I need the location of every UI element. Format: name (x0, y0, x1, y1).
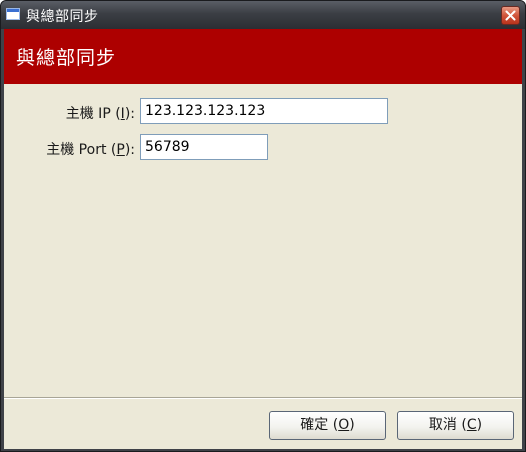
ok-button[interactable]: 確定 (O) (269, 411, 386, 440)
cancel-button[interactable]: 取消 (C) (397, 411, 514, 440)
dialog-body: 與總部同步 主機 IP (I): 主機 Port (P): 確定 (O) 取消 … (4, 29, 522, 449)
host-ip-input[interactable] (140, 98, 388, 124)
host-ip-label: 主機 IP (I): (66, 103, 135, 123)
ok-button-mnemonic: O (338, 417, 350, 433)
host-port-label-prefix: 主機 Port ( (46, 142, 117, 158)
host-port-input[interactable] (140, 134, 268, 160)
close-button[interactable] (501, 6, 520, 25)
window-title: 與總部同步 (26, 9, 99, 25)
host-port-label-mnemonic: P (116, 142, 125, 158)
host-ip-label-suffix: ): (124, 106, 135, 122)
host-ip-label-prefix: 主機 IP ( (65, 106, 121, 122)
window-icon (6, 8, 20, 20)
ok-button-suffix: ) (349, 417, 355, 433)
cancel-button-mnemonic: C (466, 417, 477, 433)
host-port-label-suffix: ): (124, 142, 135, 158)
host-port-label: 主機 Port (P): (46, 139, 135, 159)
title-bar[interactable]: 與總部同步 (1, 1, 525, 29)
ok-button-prefix: 確定 ( (300, 417, 339, 433)
cancel-button-suffix: ) (476, 417, 483, 433)
close-icon (505, 10, 516, 21)
page-title: 與總部同步 (16, 47, 117, 69)
footer-divider (4, 397, 522, 399)
header-banner: 與總部同步 (4, 29, 522, 84)
cancel-button-prefix: 取消 ( (428, 417, 467, 433)
dialog-window: 與總部同步 與總部同步 主機 IP (I): 主機 Port (P): 確定 (… (0, 0, 526, 452)
